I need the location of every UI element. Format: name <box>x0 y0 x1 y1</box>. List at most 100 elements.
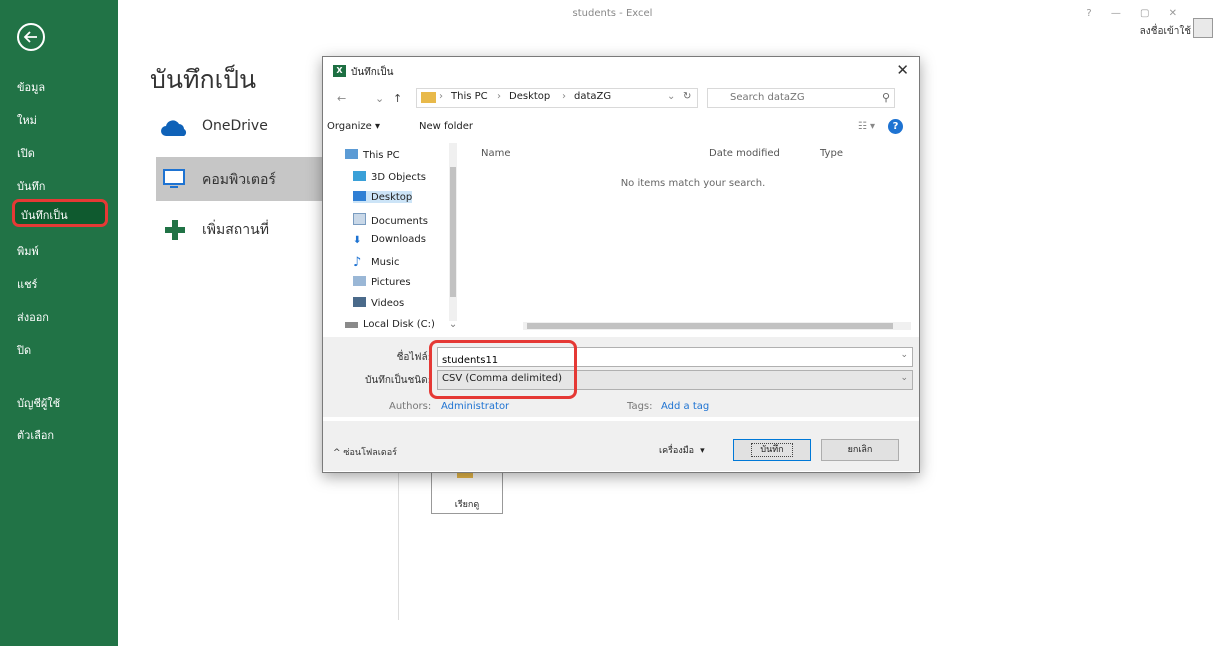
tree-item-label: Local Disk (C:) <box>363 319 435 330</box>
tree-item-music[interactable]: ♪ Music <box>353 255 399 270</box>
dialog-toolbar: Organize ▾ New folder ☷ ▾ ? <box>323 115 919 141</box>
tree-item-3d-objects[interactable]: 3D Objects <box>353 171 426 183</box>
tools-button[interactable]: เครื่องมือ ▾ <box>659 443 705 457</box>
document-icon <box>353 213 366 225</box>
view-options-icon[interactable]: ☷ ▾ <box>858 121 875 132</box>
tree-item-local-disk[interactable]: Local Disk (C:)⌄‹ <box>345 319 459 330</box>
video-icon <box>353 297 366 307</box>
chevron-down-icon: ▾ <box>700 446 705 456</box>
chevron-down-icon[interactable]: ⌄ <box>900 373 908 383</box>
search-box: ⚲ <box>707 88 895 108</box>
search-input[interactable] <box>708 89 890 105</box>
computer-icon <box>163 169 185 188</box>
dialog-title: บันทึกเป็น <box>351 67 394 78</box>
empty-message: No items match your search. <box>620 178 766 189</box>
scrollbar-thumb[interactable] <box>450 167 456 297</box>
excel-icon: X <box>333 65 346 77</box>
dialog-titlebar: X บันทึกเป็น ✕ <box>323 57 919 85</box>
save-as-dialog: X บันทึกเป็น ✕ ← ⌄ ↑ › This PC › Desktop… <box>322 56 920 473</box>
tools-label: เครื่องมือ <box>659 446 695 456</box>
refresh-icon[interactable]: ↻ <box>683 91 691 102</box>
back-arrow-icon[interactable] <box>17 23 45 51</box>
chevron-up-icon: ^ <box>333 448 344 458</box>
sidebar-item-save[interactable]: บันทึก <box>17 177 45 195</box>
location-label: คอมพิวเตอร์ <box>202 172 276 188</box>
save-type-label: บันทึกเป็นชนิด: <box>365 375 431 386</box>
tree-item-label: Downloads <box>371 234 426 245</box>
horizontal-scrollbar[interactable] <box>523 322 911 330</box>
sidebar-item-info[interactable]: ข้อมูล <box>17 78 45 96</box>
signin-link[interactable]: ลงชื่อเข้าใช้ <box>1140 24 1191 39</box>
hide-folders-toggle[interactable]: ^ ซ่อนโฟลเดอร์ <box>333 445 397 459</box>
tree-scrollbar[interactable] <box>449 143 457 321</box>
drive-icon <box>345 322 358 328</box>
backstage-sidebar: ข้อมูล ใหม่ เปิด บันทึก บันทึกเป็น พิมพ์… <box>0 0 118 646</box>
hide-folders-label: ซ่อนโฟลเดอร์ <box>343 448 397 458</box>
tree-item-videos[interactable]: Videos <box>353 297 404 309</box>
search-icon[interactable]: ⚲ <box>882 91 890 104</box>
computer-icon <box>345 149 358 159</box>
tree-item-label: Videos <box>371 298 405 309</box>
desktop-icon <box>353 191 366 201</box>
tree-item-label: Desktop <box>371 192 413 203</box>
plus-icon <box>165 220 185 240</box>
file-name-label: ชื่อไฟล์: <box>396 352 431 363</box>
folder-icon <box>421 92 436 103</box>
sidebar-item-share[interactable]: แชร์ <box>17 275 37 293</box>
column-date-modified[interactable]: Date modified <box>709 148 780 159</box>
sidebar-item-save-as[interactable]: บันทึกเป็น <box>12 199 108 227</box>
tree-item-documents[interactable]: Documents <box>353 213 428 227</box>
divider <box>398 470 399 620</box>
tree-item-desktop[interactable]: Desktop <box>353 191 413 203</box>
cloud-icon <box>161 120 187 136</box>
sidebar-item-account[interactable]: บัญชีผู้ใช้ <box>17 394 60 412</box>
save-button[interactable]: บันทึก <box>733 439 811 461</box>
scrollbar-thumb[interactable] <box>527 323 893 329</box>
page-title: บันทึกเป็น <box>150 65 257 94</box>
save-button-label: บันทึก <box>751 443 793 457</box>
sidebar-item-close[interactable]: ปิด <box>17 341 31 359</box>
tree-item-label: Documents <box>371 216 429 227</box>
window-controls[interactable]: ? — ▢ ✕ <box>1086 8 1185 19</box>
browse-label: เรียกดู <box>454 500 480 510</box>
avatar[interactable] <box>1193 18 1213 38</box>
chevron-down-icon[interactable]: ⌄ <box>667 91 675 102</box>
column-name[interactable]: Name <box>481 148 511 159</box>
back-icon[interactable]: ← <box>337 92 346 105</box>
tree-item-label: This PC <box>363 150 400 161</box>
tree-item-pictures[interactable]: Pictures <box>353 276 411 288</box>
authors-value[interactable]: Administrator <box>441 401 509 412</box>
tree-item-label: Music <box>371 257 400 268</box>
location-label: OneDrive <box>202 118 268 134</box>
picture-icon <box>353 276 366 286</box>
file-list: Name Date modified Type No items match y… <box>473 143 913 313</box>
sidebar-item-open[interactable]: เปิด <box>17 144 35 162</box>
breadcrumb-desktop[interactable]: Desktop <box>509 91 550 102</box>
sidebar-item-options[interactable]: ตัวเลือก <box>17 426 54 444</box>
tags-label: Tags: <box>627 401 653 412</box>
music-icon: ♪ <box>353 255 362 270</box>
chevron-right-icon: › <box>497 91 501 102</box>
dialog-footer: ^ ซ่อนโฟลเดอร์ เครื่องมือ ▾ บันทึก ยกเลิก <box>323 421 919 471</box>
chevron-down-icon[interactable]: ⌄ <box>375 92 384 105</box>
cube-icon <box>353 171 366 181</box>
breadcrumb-this-pc[interactable]: This PC <box>451 91 488 102</box>
organize-button[interactable]: Organize ▾ <box>327 121 380 132</box>
close-icon[interactable]: ✕ <box>896 61 909 79</box>
tree-item-downloads[interactable]: ⬇ Downloads <box>353 234 426 246</box>
sidebar-item-new[interactable]: ใหม่ <box>17 111 37 129</box>
sidebar-item-print[interactable]: พิมพ์ <box>17 242 39 260</box>
breadcrumb-datazg[interactable]: dataZG <box>574 91 611 102</box>
up-icon[interactable]: ↑ <box>393 92 402 105</box>
column-type[interactable]: Type <box>820 148 843 159</box>
help-icon[interactable]: ? <box>888 119 903 134</box>
cancel-button[interactable]: ยกเลิก <box>821 439 899 461</box>
tags-value[interactable]: Add a tag <box>661 401 709 412</box>
tree-item-this-pc[interactable]: This PC <box>345 149 400 161</box>
authors-label: Authors: <box>389 401 432 412</box>
chevron-right-icon: › <box>562 91 566 102</box>
sidebar-item-export[interactable]: ส่งออก <box>17 308 49 326</box>
chevron-down-icon[interactable]: ⌄ <box>900 350 908 360</box>
address-bar[interactable]: › This PC › Desktop › dataZG ⌄ ↻ <box>416 88 698 108</box>
new-folder-button[interactable]: New folder <box>419 121 473 132</box>
